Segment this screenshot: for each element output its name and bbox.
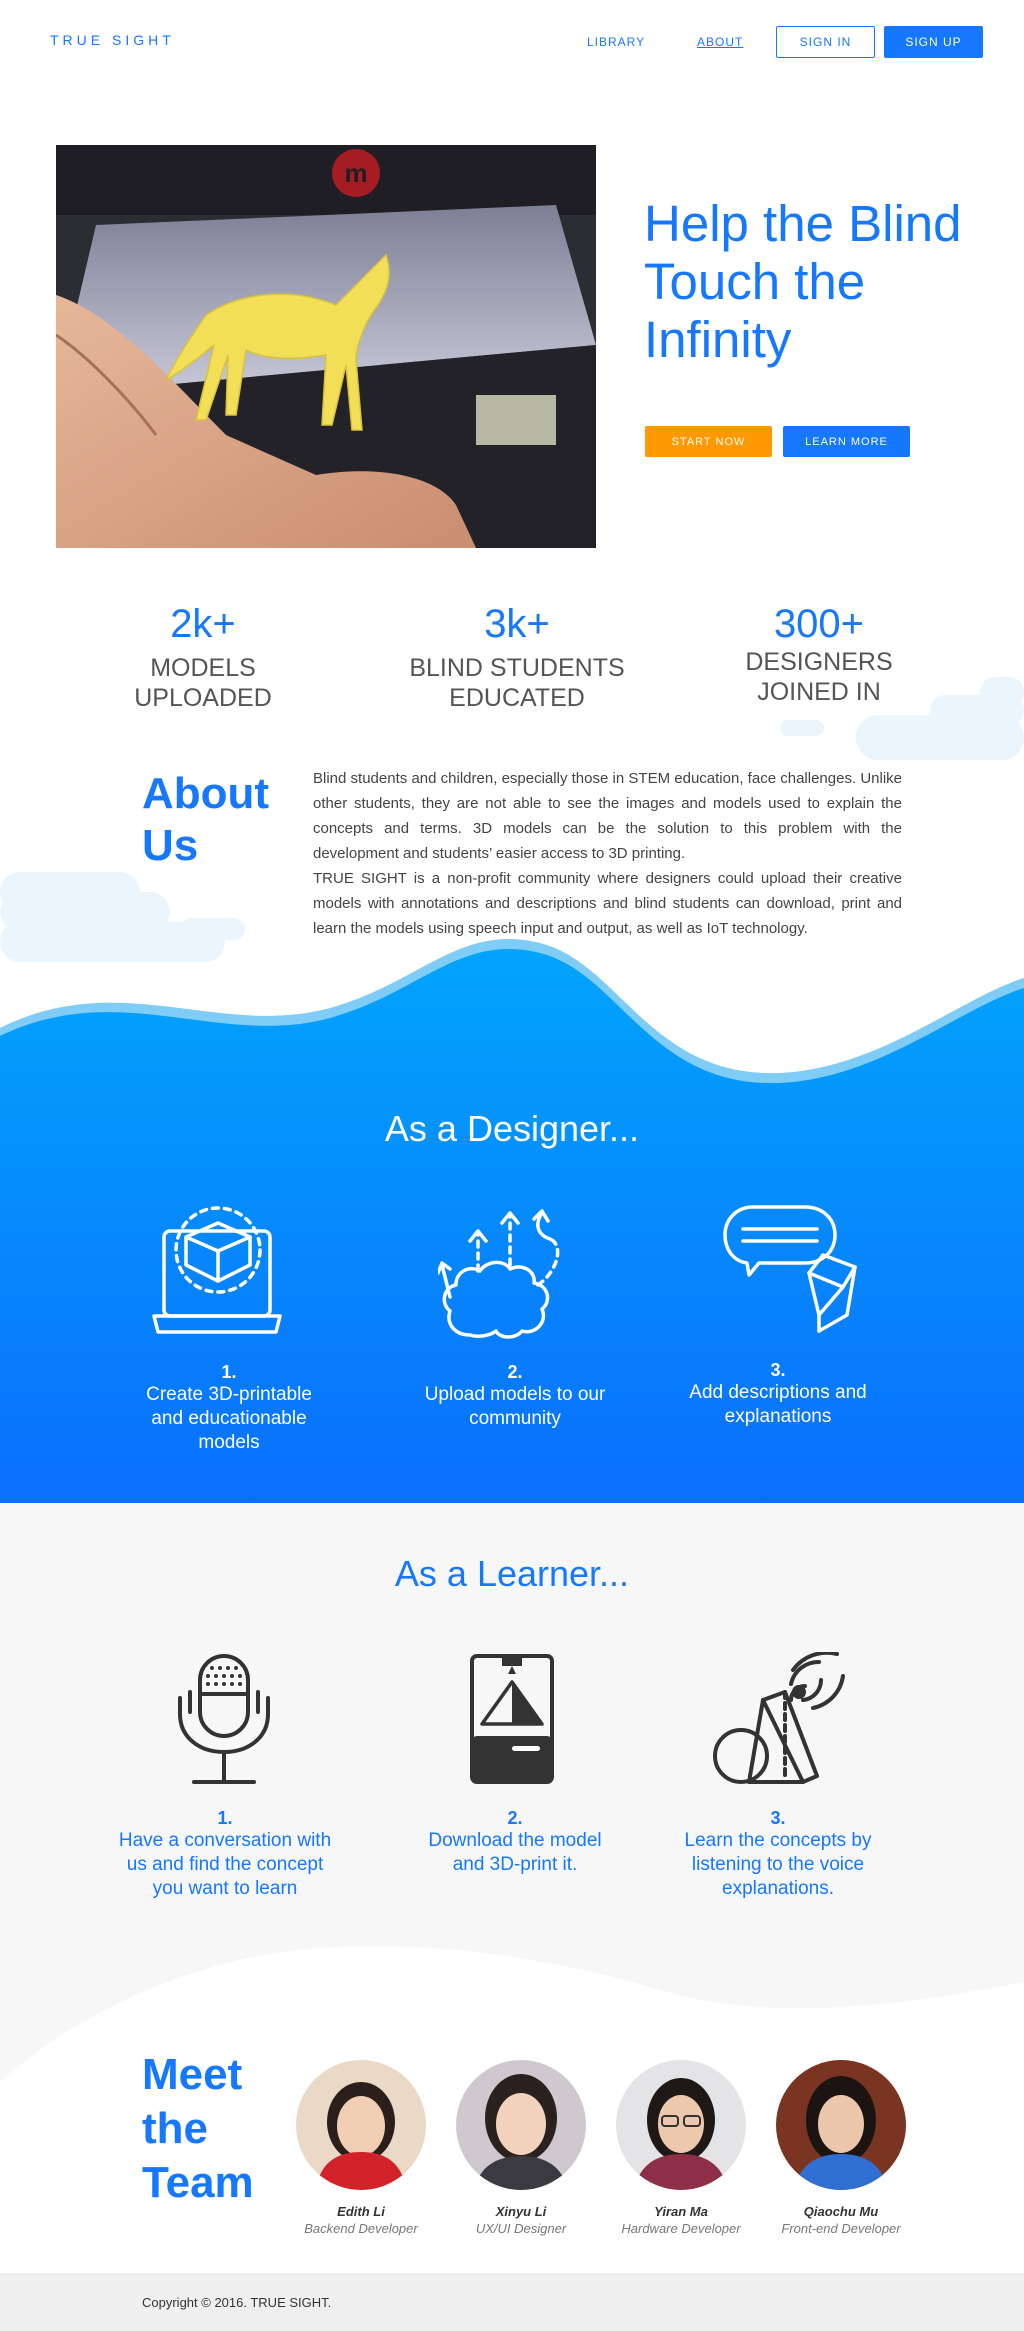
laptop-cube-icon: [152, 1206, 282, 1334]
team-member: Qiaochu Mu Front-end Developer: [761, 2060, 921, 2236]
copyright-text: Copyright © 2016. TRUE SIGHT.: [142, 2295, 332, 2310]
step-number: 3.: [770, 1808, 786, 1828]
nav-library-link[interactable]: LIBRARY: [587, 35, 645, 49]
member-name: Xinyu Li: [495, 2204, 547, 2219]
step-number: 2.: [507, 1808, 523, 1828]
member-name: Edith Li: [337, 2204, 385, 2219]
shapes-speaker-icon: [713, 1652, 845, 1784]
nav-about-link[interactable]: ABOUT: [697, 35, 743, 49]
stat-number: 2k+: [170, 602, 236, 646]
microphone-icon: [178, 1654, 270, 1784]
step-text: Download the model and 3D-print it.: [428, 1830, 602, 1875]
member-name: Yiran Ma: [654, 2204, 708, 2219]
designer-step-1: 1. Create 3D-printable and educationable…: [119, 1362, 339, 1455]
step-number: 1.: [217, 1808, 233, 1828]
step-text: Add descriptions and explanations: [689, 1382, 867, 1427]
stat-label: BLIND STUDENTS EDUCATED: [409, 654, 625, 712]
stat-label: MODELS UPLOADED: [134, 654, 272, 712]
sign-up-button[interactable]: SIGN UP: [884, 26, 983, 58]
stat-number: 3k+: [484, 602, 550, 646]
learner-step-2: 2. Download the model and 3D-print it.: [405, 1808, 625, 1877]
member-name: Qiaochu Mu: [803, 2204, 879, 2219]
start-now-button[interactable]: START NOW: [645, 426, 772, 457]
avatar: [456, 2060, 586, 2190]
stat-students: 3k+ BLIND STUDENTS EDUCATED: [387, 602, 647, 713]
about-text: Blind students and children, especially …: [313, 766, 902, 941]
brain-upload-icon: [438, 1209, 560, 1339]
member-role: UX/UI Designer: [475, 2221, 567, 2236]
member-role: Hardware Developer: [621, 2221, 741, 2236]
avatar: [776, 2060, 906, 2190]
3d-printer-icon: [470, 1654, 554, 1784]
designer-step-2: 2. Upload models to our community: [405, 1362, 625, 1431]
stat-designers: 300+ DESIGNERS JOINED IN: [689, 602, 949, 707]
step-text: Create 3D-printable and educationable mo…: [146, 1384, 312, 1453]
member-role: Backend Developer: [304, 2221, 418, 2236]
step-number: 3.: [770, 1360, 786, 1380]
team-title: Meet the Team: [142, 2050, 254, 2207]
designer-section-title: As a Designer...: [384, 1108, 640, 1149]
step-text: Have a conversation with us and find the…: [118, 1830, 332, 1899]
step-number: 1.: [221, 1362, 237, 1382]
step-number: 2.: [507, 1362, 523, 1382]
avatar: [296, 2060, 426, 2190]
svg-text:m: m: [344, 158, 367, 188]
step-text: Upload models to our community: [424, 1384, 606, 1429]
member-role: Front-end Developer: [781, 2221, 901, 2236]
sign-in-button[interactable]: SIGN IN: [776, 26, 875, 58]
hero-title: Help the Blind Touch the Infinity: [644, 195, 962, 368]
designer-step-3: 3. Add descriptions and explanations: [668, 1360, 888, 1429]
stat-number: 300+: [773, 602, 865, 646]
step-text: Learn the concepts by listening to the v…: [684, 1830, 872, 1899]
hero-horse-photo: m: [56, 145, 596, 548]
about-title: About Us: [142, 769, 270, 870]
stat-models: 2k+ MODELS UPLOADED: [73, 602, 333, 713]
learner-step-1: 1. Have a conversation with us and find …: [115, 1808, 335, 1901]
avatar: [616, 2060, 746, 2190]
about-paragraph: Blind students and children, especially …: [313, 770, 902, 862]
chat-cube-icon: [723, 1205, 857, 1333]
learner-step-3: 3. Learn the concepts by listening to th…: [668, 1808, 888, 1901]
learner-section-title: As a Learner...: [394, 1553, 630, 1594]
team-member: Yiran Ma Hardware Developer: [601, 2060, 761, 2236]
stat-label: DESIGNERS JOINED IN: [745, 648, 893, 706]
team-member: Edith Li Backend Developer: [281, 2060, 441, 2236]
about-paragraph: TRUE SIGHT is a non-profit community whe…: [313, 870, 902, 937]
brand-logo[interactable]: TRUE SIGHT: [50, 32, 175, 48]
team-member: Xinyu Li UX/UI Designer: [441, 2060, 601, 2236]
learn-more-button[interactable]: LEARN MORE: [783, 426, 910, 457]
